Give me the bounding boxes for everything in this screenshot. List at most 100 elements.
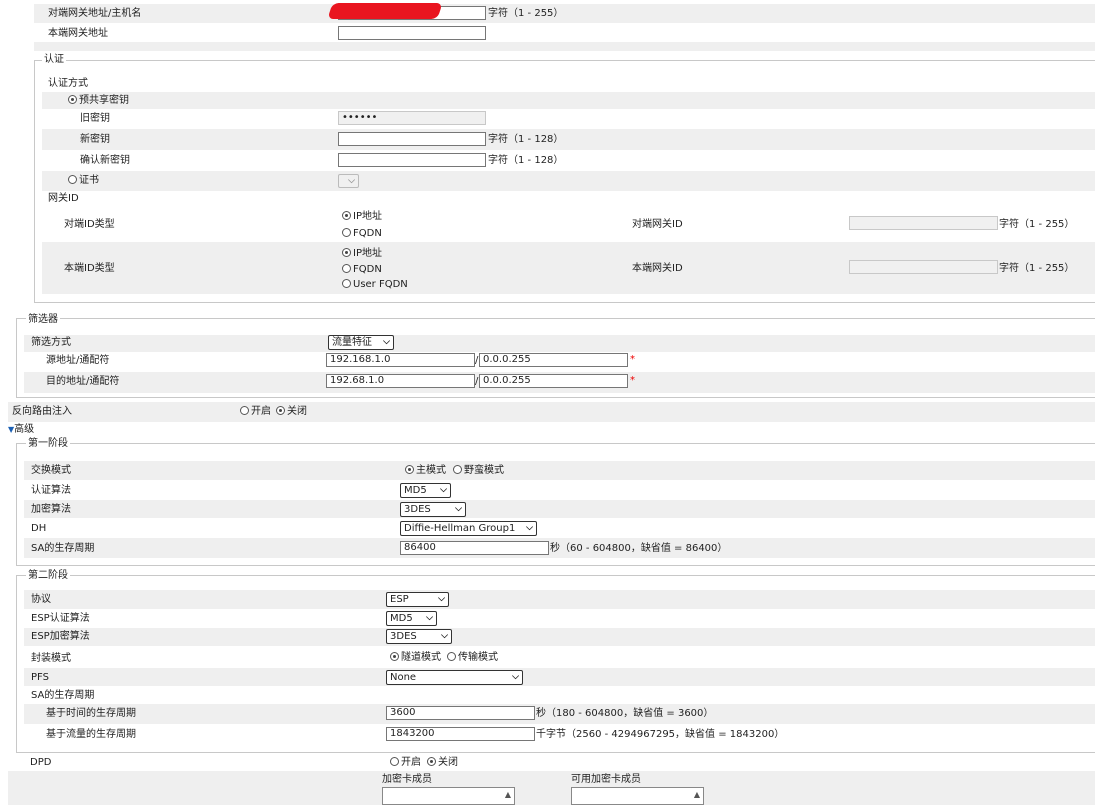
p1-auth-alg-select[interactable]: MD5 ⌵ bbox=[400, 483, 451, 498]
local-gw-id-input[interactable] bbox=[849, 260, 998, 274]
local-id-userfqdn-option[interactable]: User FQDN bbox=[342, 278, 408, 292]
esp-enc-value: 3DES bbox=[390, 631, 417, 642]
dh-select[interactable]: Diffie-Hellman Group1 ⌵ bbox=[400, 521, 537, 536]
chevron-down-icon: ⌵ bbox=[426, 613, 433, 623]
esp-auth-select[interactable]: MD5 ⌵ bbox=[386, 611, 437, 626]
remote-id-fqdn-label: FQDN bbox=[353, 228, 382, 239]
esp-enc-label: ESP加密算法 bbox=[31, 631, 90, 642]
main-mode-option[interactable]: 主模式 bbox=[405, 464, 446, 478]
pfs-select[interactable]: None ⌵ bbox=[386, 670, 523, 685]
traffic-lifetime-label: 基于流量的生存周期 bbox=[46, 729, 136, 740]
p1-sa-lifetime-input[interactable]: 86400 bbox=[400, 541, 549, 555]
exchange-mode-label: 交换模式 bbox=[31, 465, 71, 476]
p1-auth-alg-value: MD5 bbox=[404, 485, 427, 496]
aggressive-mode-option[interactable]: 野蛮模式 bbox=[453, 464, 504, 478]
chevron-down-icon: ⌵ bbox=[441, 631, 448, 641]
dpd-on-radio[interactable] bbox=[390, 757, 399, 766]
dpd-off-radio[interactable] bbox=[427, 757, 436, 766]
dpd-on-label: 开启 bbox=[401, 757, 421, 768]
filter-method-label: 筛选方式 bbox=[31, 337, 71, 348]
transport-label: 传输模式 bbox=[458, 652, 498, 663]
transport-option[interactable]: 传输模式 bbox=[447, 651, 498, 665]
remote-gateway-label: 对端网关地址/主机名 bbox=[48, 8, 142, 19]
gateway-id-label: 网关ID bbox=[48, 193, 79, 204]
esp-enc-select[interactable]: 3DES ⌵ bbox=[386, 629, 452, 644]
esp-auth-label: ESP认证算法 bbox=[31, 613, 90, 624]
time-lifetime-label: 基于时间的生存周期 bbox=[46, 708, 136, 719]
row-bg bbox=[42, 171, 1095, 191]
psk-radio[interactable] bbox=[68, 95, 77, 104]
local-gateway-input[interactable] bbox=[338, 26, 486, 40]
reverse-route-off-option[interactable]: 关闭 bbox=[276, 405, 307, 419]
remote-id-fqdn-option[interactable]: FQDN bbox=[342, 227, 382, 241]
pfs-label: PFS bbox=[31, 672, 49, 683]
cert-radio[interactable] bbox=[68, 175, 77, 184]
traffic-lifetime-input[interactable]: 1843200 bbox=[386, 727, 535, 741]
row-bg bbox=[24, 500, 1095, 518]
p1-enc-alg-select[interactable]: 3DES ⌵ bbox=[400, 502, 466, 517]
new-key-input[interactable] bbox=[338, 132, 486, 146]
row-bg bbox=[34, 4, 1095, 23]
row-bg bbox=[24, 628, 1095, 646]
cert-select[interactable]: ⌵ bbox=[338, 174, 359, 188]
encap-label: 封装模式 bbox=[31, 653, 71, 664]
p1-enc-alg-label: 加密算法 bbox=[31, 504, 71, 515]
remote-id-fqdn-radio[interactable] bbox=[342, 228, 351, 237]
local-id-ip-radio[interactable] bbox=[342, 248, 351, 257]
reverse-route-on-option[interactable]: 开启 bbox=[240, 405, 271, 419]
remote-gw-id-hint: 字符（1 - 255） bbox=[999, 219, 1075, 230]
scroll-up-icon[interactable]: ▲ bbox=[694, 790, 700, 799]
dpd-off-label: 关闭 bbox=[438, 757, 458, 768]
new-key-hint: 字符（1 - 128） bbox=[488, 134, 564, 145]
cert-option[interactable]: 证书 bbox=[68, 174, 99, 188]
main-mode-radio[interactable] bbox=[405, 465, 414, 474]
dst-label: 目的地址/通配符 bbox=[46, 376, 120, 387]
local-id-type-label: 本端ID类型 bbox=[64, 263, 115, 274]
dh-value: Diffie-Hellman Group1 bbox=[404, 523, 516, 534]
card-members-list[interactable]: ▲ bbox=[382, 787, 515, 805]
reverse-route-off-label: 关闭 bbox=[287, 406, 307, 417]
row-bg bbox=[34, 42, 1095, 51]
local-id-fqdn-radio[interactable] bbox=[342, 264, 351, 273]
src-label: 源地址/通配符 bbox=[46, 355, 110, 366]
tunnel-option[interactable]: 隧道模式 bbox=[390, 651, 441, 665]
row-bg bbox=[8, 771, 1095, 805]
chevron-down-icon: ⌵ bbox=[383, 337, 390, 347]
chevron-down-icon: ⌵ bbox=[438, 594, 445, 604]
dpd-on-option[interactable]: 开启 bbox=[390, 756, 421, 770]
filter-legend: 筛选器 bbox=[26, 314, 60, 326]
available-members-label: 可用加密卡成员 bbox=[571, 774, 641, 785]
available-members-list[interactable]: ▲ bbox=[571, 787, 704, 805]
remote-id-ip-radio[interactable] bbox=[342, 211, 351, 220]
protocol-select[interactable]: ESP ⌵ bbox=[386, 592, 449, 607]
psk-option[interactable]: 预共享密钥 bbox=[68, 94, 129, 108]
old-key-input[interactable]: •••••• bbox=[338, 111, 486, 125]
chevron-down-icon: ⌵ bbox=[526, 523, 533, 533]
scroll-up-icon[interactable]: ▲ bbox=[505, 790, 511, 799]
dst-addr-input[interactable]: 192.68.1.0 bbox=[326, 374, 475, 388]
local-id-fqdn-label: FQDN bbox=[353, 264, 382, 275]
dpd-off-option[interactable]: 关闭 bbox=[427, 756, 458, 770]
src-wildcard-input[interactable]: 0.0.0.255 bbox=[479, 353, 628, 367]
advanced-toggle[interactable]: ▼高级 bbox=[8, 423, 34, 437]
reverse-route-off-radio[interactable] bbox=[276, 406, 285, 415]
aggressive-mode-radio[interactable] bbox=[453, 465, 462, 474]
protocol-value: ESP bbox=[390, 594, 409, 605]
src-addr-input[interactable]: 192.168.1.0 bbox=[326, 353, 475, 367]
filter-method-select[interactable]: 流量特征 ⌵ bbox=[328, 335, 394, 350]
time-lifetime-input[interactable]: 3600 bbox=[386, 706, 535, 720]
local-id-userfqdn-radio[interactable] bbox=[342, 279, 351, 288]
confirm-key-input[interactable] bbox=[338, 153, 486, 167]
local-id-fqdn-option[interactable]: FQDN bbox=[342, 263, 382, 277]
remote-gw-id-input[interactable] bbox=[849, 216, 998, 230]
local-id-ip-option[interactable]: IP地址 bbox=[342, 247, 382, 261]
remote-id-ip-option[interactable]: IP地址 bbox=[342, 210, 382, 224]
tunnel-radio[interactable] bbox=[390, 652, 399, 661]
remote-gateway-hint: 字符（1 - 255） bbox=[488, 8, 564, 19]
protocol-label: 协议 bbox=[31, 594, 51, 605]
dst-wildcard-input[interactable]: 0.0.0.255 bbox=[479, 374, 628, 388]
reverse-route-on-radio[interactable] bbox=[240, 406, 249, 415]
p1-enc-alg-value: 3DES bbox=[404, 504, 431, 515]
p1-sa-lifetime-label: SA的生存周期 bbox=[31, 543, 95, 554]
transport-radio[interactable] bbox=[447, 652, 456, 661]
